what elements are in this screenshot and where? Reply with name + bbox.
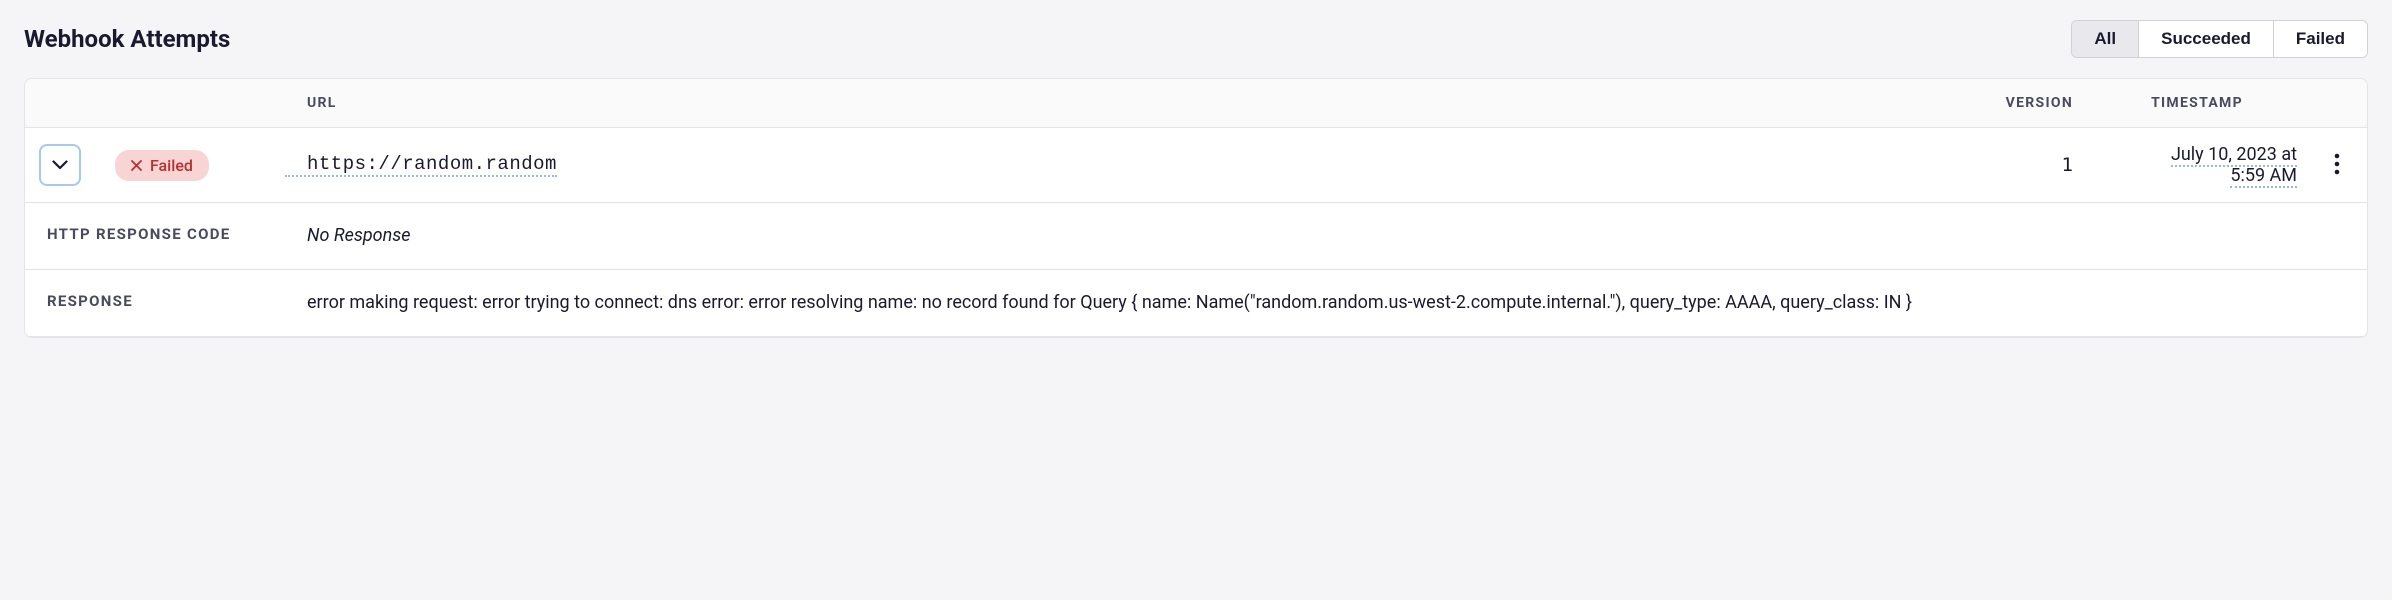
url-value[interactable]: https://random.random: [285, 153, 557, 177]
chevron-down-icon: [52, 160, 68, 170]
filter-failed[interactable]: Failed: [2274, 21, 2367, 57]
detail-label-response: RESPONSE: [47, 290, 307, 316]
status-label: Failed: [150, 156, 193, 175]
filter-all[interactable]: All: [2072, 21, 2139, 57]
expand-button[interactable]: [39, 144, 81, 186]
filter-group: All Succeeded Failed: [2071, 20, 2368, 58]
page-title: Webhook Attempts: [24, 25, 230, 53]
detail-value-http-code: No Response: [307, 223, 2345, 249]
timestamp-value: July 10, 2023 at 5:59 AM: [2087, 144, 2307, 186]
x-icon: [131, 160, 142, 171]
row-menu-button[interactable]: [2326, 145, 2348, 186]
table-row: Failed https://random.random 1 July 10, …: [25, 128, 2367, 203]
detail-response: RESPONSE error making request: error try…: [25, 270, 2367, 337]
kebab-icon: [2334, 153, 2340, 175]
table-header: URL VERSION TIMESTAMP: [25, 79, 2367, 128]
detail-value-response: error making request: error trying to co…: [307, 290, 2345, 316]
column-header-version: VERSION: [1947, 95, 2087, 111]
column-header-timestamp: TIMESTAMP: [2087, 95, 2307, 111]
version-value: 1: [1947, 154, 2087, 176]
filter-succeeded[interactable]: Succeeded: [2139, 21, 2274, 57]
status-badge: Failed: [115, 150, 209, 181]
column-header-url: URL: [285, 95, 1947, 111]
detail-http-response-code: HTTP RESPONSE CODE No Response: [25, 203, 2367, 270]
attempts-table: URL VERSION TIMESTAMP Failed https://ran…: [24, 78, 2368, 338]
page-header: Webhook Attempts All Succeeded Failed: [24, 20, 2368, 58]
detail-label-http-code: HTTP RESPONSE CODE: [47, 223, 307, 249]
